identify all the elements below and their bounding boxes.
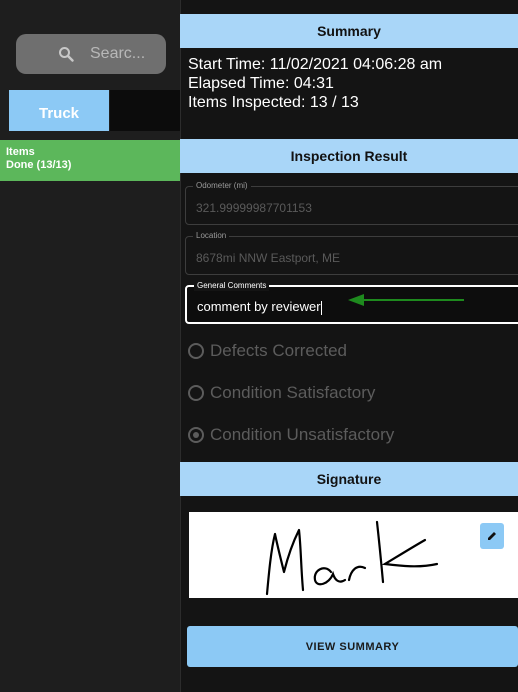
location-label: Location: [193, 231, 230, 241]
radio-circle: [188, 343, 204, 359]
radio-condition-satisfactory[interactable]: Condition Satisfactory: [188, 383, 375, 403]
inspection-result-header: Inspection Result: [180, 139, 518, 173]
main-panel: Summary Start Time: 11/02/2021 04:06:28 …: [180, 0, 518, 692]
items-status: Done (13/13): [6, 159, 72, 171]
summary-body: Start Time: 11/02/2021 04:06:28 am Elaps…: [188, 55, 442, 112]
start-time: Start Time: 11/02/2021 04:06:28 am: [188, 56, 443, 73]
search-icon: [59, 47, 74, 62]
odometer-field[interactable]: Odometer (mi) 321.99999987701153: [185, 181, 518, 225]
odometer-label: Odometer (mi): [193, 181, 251, 191]
radio-circle: [188, 385, 204, 401]
radio-label: Defects Corrected: [210, 341, 347, 360]
sidebar: Searc... Truck Items Done (13/13): [0, 0, 181, 692]
location-value: 8678mi NNW Eastport, ME: [196, 251, 341, 265]
search-placeholder: Searc...: [90, 45, 146, 62]
radio-label: Condition Satisfactory: [210, 383, 376, 402]
odometer-value: 321.99999987701153: [196, 201, 312, 215]
annotation-arrow-icon: [348, 294, 464, 306]
search-input[interactable]: Searc...: [16, 34, 166, 74]
radio-condition-unsatisfactory[interactable]: Condition Unsatisfactory: [188, 425, 394, 445]
location-field[interactable]: Location 8678mi NNW Eastport, ME: [185, 231, 518, 275]
pencil-icon: [488, 532, 496, 540]
signature-header: Signature: [180, 462, 518, 496]
radio-label: Condition Unsatisfactory: [210, 425, 395, 444]
items-title: Items: [6, 146, 35, 158]
text-caret: [320, 300, 322, 315]
items-inspected: Items Inspected: 13 / 13: [188, 94, 359, 111]
sidebar-item-items[interactable]: Items Done (13/13): [0, 140, 180, 181]
general-comments-value: comment by reviewer: [197, 299, 321, 314]
radio-circle-selected: [188, 427, 204, 443]
tab-secondary[interactable]: [110, 90, 180, 131]
summary-header: Summary: [180, 14, 518, 48]
tab-truck[interactable]: Truck: [9, 90, 109, 131]
general-comments-label: General Comments: [194, 281, 270, 291]
edit-signature-button[interactable]: [480, 523, 504, 549]
signature-pad[interactable]: [189, 512, 518, 598]
elapsed-time: Elapsed Time: 04:31: [188, 75, 334, 92]
signature-image: [265, 520, 439, 596]
radio-defects-corrected[interactable]: Defects Corrected: [188, 341, 347, 361]
view-summary-button[interactable]: VIEW SUMMARY: [187, 626, 518, 667]
